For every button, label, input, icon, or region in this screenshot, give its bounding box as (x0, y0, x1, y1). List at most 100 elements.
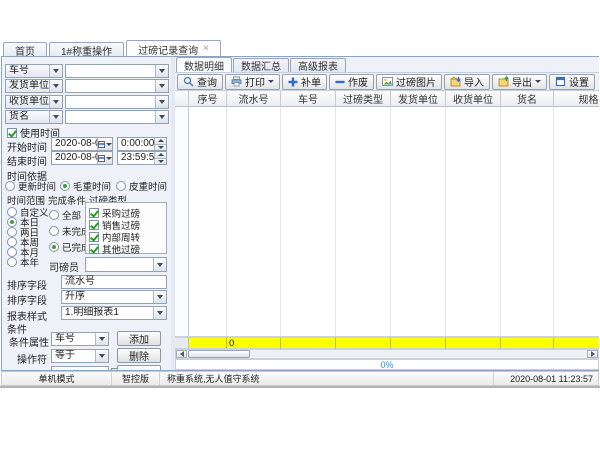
radio-icon[interactable] (49, 226, 59, 236)
chevron-down-icon[interactable] (95, 350, 108, 362)
chevron-down-icon[interactable] (153, 258, 166, 271)
radio-range-year[interactable]: 本年 (7, 255, 39, 269)
chevron-down-icon[interactable] (49, 65, 62, 77)
supplement-order-button[interactable]: 补单 (282, 74, 327, 90)
tab-data-summary[interactable]: 数据汇总 (233, 58, 289, 72)
row-indicator-header (175, 91, 189, 106)
condition-attr-combo[interactable]: 车号 (51, 332, 109, 346)
calendar-icon[interactable] (97, 152, 112, 164)
weigh-photo-button[interactable]: 过磅图片 (376, 74, 442, 90)
radio-finish-all[interactable]: 全部 (49, 208, 81, 222)
radio-icon[interactable] (5, 181, 15, 191)
column-header-receiver[interactable]: 收货单位 (446, 91, 501, 106)
chevron-down-icon[interactable] (49, 111, 62, 123)
summary-cell (501, 337, 554, 349)
filter-value-goods[interactable] (65, 110, 169, 124)
weigher-combo[interactable] (85, 257, 167, 272)
condition-value-input[interactable] (51, 366, 109, 370)
checkbox-other-weigh[interactable]: 其他过磅 (89, 242, 140, 256)
chevron-down-icon[interactable] (155, 65, 168, 77)
radio-label: 本年 (20, 255, 39, 269)
checkbox-checked-icon[interactable] (7, 128, 17, 138)
tab-home[interactable]: 首页 (3, 42, 47, 57)
sort-order-value: 升序 (65, 291, 85, 302)
end-date-picker[interactable]: 2020-08-01 (51, 151, 113, 165)
checkbox-checked-icon[interactable] (89, 208, 99, 218)
end-time-spinner[interactable]: 23:59:59 (117, 151, 167, 165)
checkbox-checked-icon[interactable] (89, 220, 99, 230)
column-header-goods[interactable]: 货名 (501, 91, 554, 106)
chevron-down-icon[interactable] (153, 291, 166, 303)
filter-field-select-receiver[interactable]: 收货单位 (5, 95, 63, 109)
scrollbar-thumb[interactable] (188, 350, 250, 358)
button-label: 作废 (348, 74, 368, 89)
column-header-serial[interactable]: 流水号 (227, 91, 281, 106)
checkbox-checked-icon[interactable] (89, 244, 99, 254)
filter-field-select-vehicle[interactable]: 车号 (5, 64, 63, 78)
scroll-left-arrow-icon[interactable] (176, 350, 187, 358)
chevron-down-icon[interactable] (95, 333, 108, 345)
spinner-arrows-icon[interactable] (154, 152, 166, 164)
filter-value-receiver[interactable] (65, 95, 169, 109)
start-time-value: 0:00:00 (121, 138, 154, 149)
start-time-spinner[interactable]: 0:00:00 (117, 137, 167, 151)
sort-order-combo[interactable]: 升序 (61, 290, 167, 304)
column-header-vehicle[interactable]: 车号 (281, 91, 336, 106)
settings-button[interactable]: 设置 (549, 74, 595, 90)
radio-icon[interactable] (49, 210, 59, 220)
column-header-index[interactable]: 序号 (189, 91, 227, 106)
filter-value-vehicle[interactable] (65, 64, 169, 78)
filter-field-select-goods[interactable]: 货名 (5, 110, 63, 124)
window-bottom-edge (0, 386, 600, 388)
report-style-combo[interactable]: 1.明细报表1 (61, 306, 167, 320)
grid-column (391, 107, 446, 336)
scroll-right-arrow-icon[interactable] (587, 350, 598, 358)
chevron-down-icon[interactable] (153, 307, 166, 319)
radio-selected-icon[interactable] (49, 242, 59, 252)
filter-value-shipper[interactable] (65, 79, 169, 93)
radio-icon[interactable] (116, 181, 126, 191)
progress-bar: 0% (175, 359, 599, 370)
horizontal-scrollbar[interactable] (175, 349, 599, 359)
radio-update-time[interactable]: 更新时间 (5, 179, 56, 193)
status-bar: 单机模式 智控版 称重系统,无人值守系统 2020-08-01 11:23:57 (1, 371, 599, 386)
tab-record-query[interactable]: 过磅记录查询 × (126, 40, 221, 57)
export-button[interactable]: 导出 (492, 74, 547, 90)
tab-label: 数据明细 (184, 58, 224, 73)
chevron-down-icon[interactable] (155, 96, 168, 108)
tab-advanced-report[interactable]: 高级报表 (290, 58, 346, 72)
calendar-icon[interactable] (97, 138, 112, 150)
tab-weighing-operation[interactable]: 1#称重操作 (49, 42, 124, 57)
delete-button-label: 删除 (129, 348, 149, 363)
status-datetime-text: 2020-08-01 11:23:57 (510, 374, 593, 384)
tab-data-detail[interactable]: 数据明细 (176, 57, 232, 72)
print-button[interactable]: 打印 (225, 74, 280, 90)
close-tab-icon[interactable]: × (203, 44, 209, 54)
filter-field-select-shipper[interactable]: 发货单位 (5, 79, 63, 93)
chevron-down-icon[interactable] (49, 80, 62, 92)
chevron-down-icon[interactable] (155, 80, 168, 92)
summary-cell (554, 337, 599, 349)
radio-gross-time[interactable]: 毛重时间 (60, 179, 111, 193)
column-header-weigh-type[interactable]: 过磅类型 (336, 91, 391, 106)
condition-extra-button[interactable] (117, 365, 161, 370)
void-button[interactable]: 作废 (329, 74, 374, 90)
checkbox-checked-icon[interactable] (89, 232, 99, 242)
chevron-down-icon[interactable] (49, 96, 62, 108)
start-date-picker[interactable]: 2020-08-01 (51, 137, 113, 151)
import-button[interactable]: 导入 (444, 74, 490, 90)
chevron-down-icon[interactable] (155, 111, 168, 123)
condition-op-combo[interactable]: 等于 (51, 349, 109, 363)
radio-icon[interactable] (7, 257, 17, 267)
spinner-arrows-icon[interactable] (154, 138, 166, 150)
query-button[interactable]: 查询 (177, 74, 223, 90)
finish-cond-header: 完成条件 (48, 193, 86, 207)
app-body: 车号 发货单位 收货单位 (1, 56, 599, 371)
radio-tare-time[interactable]: 皮重时间 (116, 179, 167, 193)
radio-selected-icon[interactable] (60, 181, 70, 191)
column-header-spec[interactable]: 规格 (554, 91, 599, 106)
add-condition-button[interactable]: 添加 (117, 331, 161, 346)
sort-field-input[interactable]: 流水号 (61, 275, 167, 289)
delete-condition-button[interactable]: 删除 (117, 348, 161, 363)
column-header-shipper[interactable]: 发货单位 (391, 91, 446, 106)
